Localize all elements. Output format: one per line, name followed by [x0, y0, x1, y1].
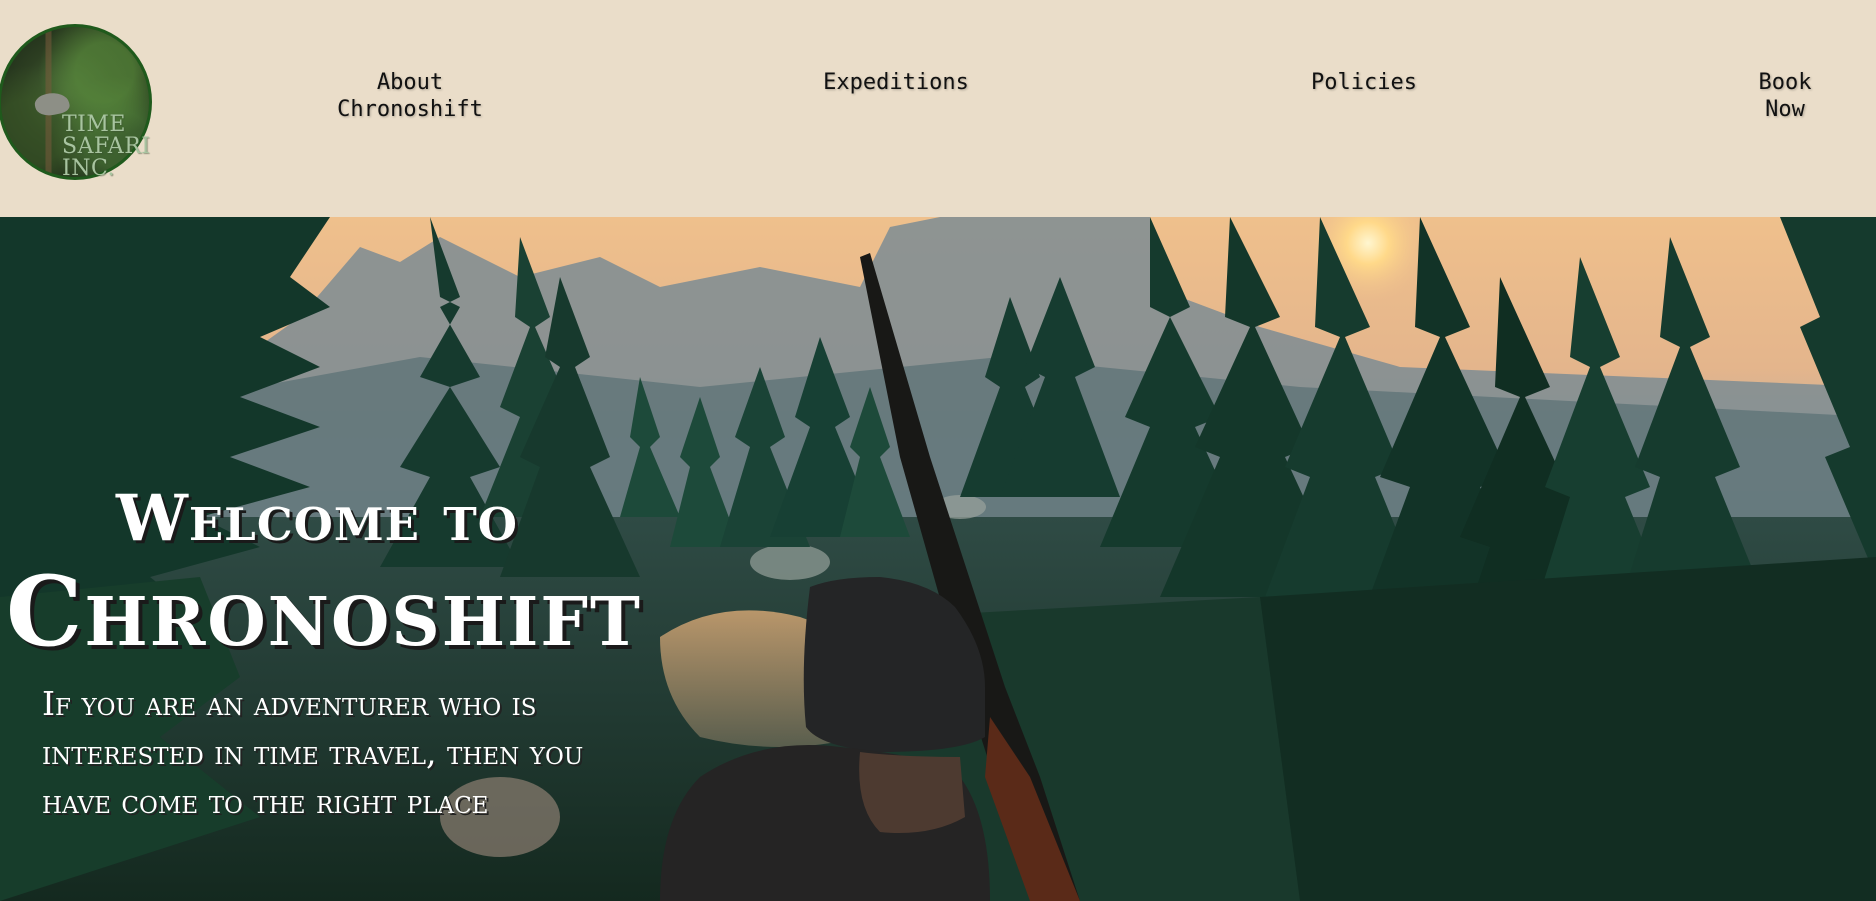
- nav-expeditions[interactable]: Expeditions: [818, 69, 974, 96]
- hero-title-welcome: Welcome to: [116, 481, 518, 556]
- nav-book-now[interactable]: Book Now: [1740, 69, 1830, 123]
- hero-subtitle: If you are an adventurer who is interest…: [42, 684, 584, 821]
- nav-about-chronoshift[interactable]: About Chronoshift: [336, 69, 484, 123]
- nav-policies[interactable]: Policies: [1300, 69, 1428, 96]
- hero-title-chronoshift: Chronoshift: [6, 555, 642, 668]
- hero-section: Welcome to Chronoshift If you are an adv…: [0, 217, 1876, 901]
- site-header: TIME SAFARI INC. About Chronoshift Exped…: [0, 0, 1876, 217]
- logo-text: TIME SAFARI INC.: [62, 112, 151, 181]
